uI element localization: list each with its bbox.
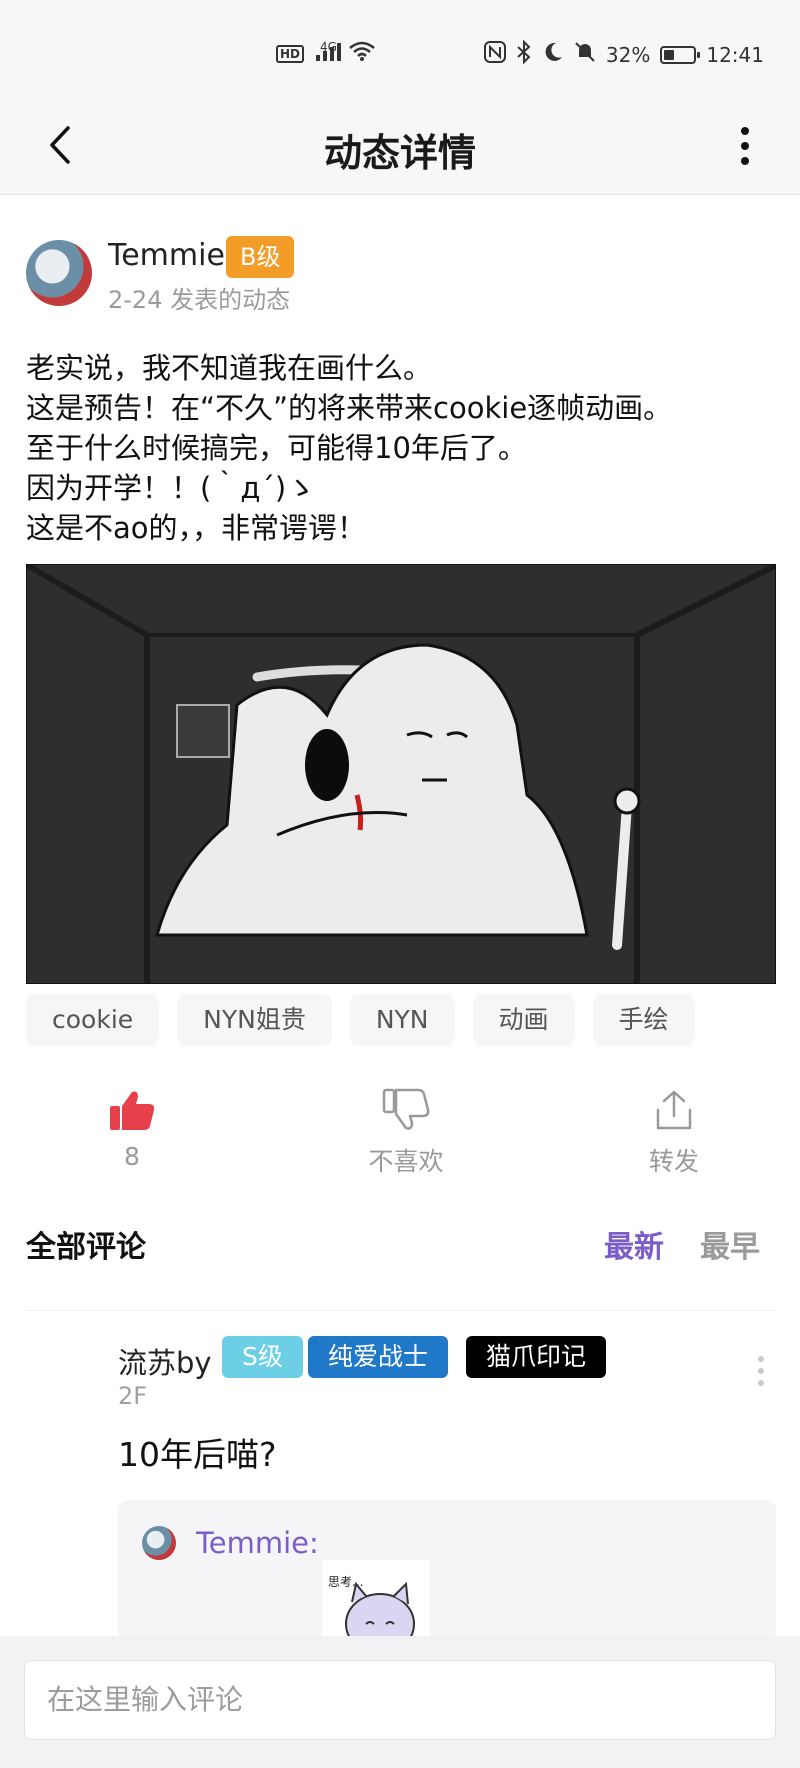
like-count: 8 xyxy=(124,1142,140,1171)
battery-percent: 32% xyxy=(605,42,651,67)
bluetooth-icon xyxy=(516,39,532,69)
nfc-icon xyxy=(483,41,506,68)
title-badge: 纯爱战士 xyxy=(308,1336,449,1378)
mute-icon xyxy=(574,41,596,68)
comment-text: 10年后喵? xyxy=(118,1435,277,1474)
signal-type: 4G xyxy=(320,39,337,54)
moon-icon xyxy=(542,41,564,68)
post-line: 这是预告！在“不久”的将来带来cookie逐帧动画。 xyxy=(26,391,673,425)
share-label: 转发 xyxy=(648,1147,699,1176)
more-vertical-icon xyxy=(758,1356,764,1362)
status-right: 32% 12:41 xyxy=(483,39,764,69)
post-line: 老实说，我不知道我在画什么。 xyxy=(26,351,433,385)
sort-earliest-tab[interactable]: 最早 xyxy=(700,1222,760,1266)
comments-title: 全部评论 xyxy=(26,1230,146,1265)
more-vertical-icon xyxy=(741,127,749,135)
author-level-badge: B级 xyxy=(226,236,295,278)
reply-box[interactable]: Temmie: 思考... xyxy=(118,1500,776,1640)
comment-floor: 2F xyxy=(118,1382,148,1410)
author-name[interactable]: Temmie xyxy=(108,238,225,273)
post-content: 老实说，我不知道我在画什么。 这是预告！在“不久”的将来带来cookie逐帧动画… xyxy=(26,348,776,548)
app-header: 动态详情 xyxy=(0,100,800,195)
dislike-button[interactable]: 不喜欢 xyxy=(336,1088,476,1178)
sort-newest-tab[interactable]: 最新 xyxy=(604,1222,664,1266)
share-icon xyxy=(656,1090,692,1130)
author-avatar[interactable] xyxy=(26,240,92,306)
clock: 12:41 xyxy=(706,42,764,67)
reply-avatar xyxy=(142,1526,176,1560)
tag-list: cookie NYN姐贵 NYN 动画 手绘 xyxy=(26,994,695,1046)
reply-author[interactable]: Temmie: xyxy=(196,1526,319,1560)
comment-input-bar: 在这里输入评论 xyxy=(0,1636,800,1768)
thumbs-up-icon xyxy=(110,1091,155,1130)
post-line: 至于什么时候搞完，可能得10年后了。 xyxy=(26,431,527,465)
like-button[interactable]: 8 xyxy=(62,1088,202,1171)
level-badge: S级 xyxy=(222,1336,303,1378)
comment-input[interactable]: 在这里输入评论 xyxy=(24,1660,776,1740)
tag-chip[interactable]: NYN xyxy=(349,994,455,1046)
tag-chip[interactable]: 动画 xyxy=(472,994,575,1046)
post-time: 2-24 发表的动态 xyxy=(108,286,291,314)
tag-chip[interactable]: 手绘 xyxy=(592,994,695,1046)
thumbs-down-icon xyxy=(382,1088,430,1130)
dislike-label: 不喜欢 xyxy=(368,1147,444,1176)
share-button[interactable]: 转发 xyxy=(604,1088,744,1178)
post-line: 因为开学！！(｀д´)ゝ xyxy=(26,471,316,505)
hd-icon: HD xyxy=(276,44,305,63)
more-options-button[interactable] xyxy=(730,118,760,174)
sticker-image: 思考... xyxy=(322,1560,430,1640)
status-bar: HD 4G 32% 12:41 xyxy=(0,0,800,100)
tag-chip[interactable]: NYN姐贵 xyxy=(177,994,332,1046)
comment-more-button[interactable] xyxy=(758,1356,764,1386)
post-line: 这是不ao的，，非常谔谔！ xyxy=(26,511,367,545)
commenter-name[interactable]: 流苏by xyxy=(118,1340,212,1382)
battery-icon xyxy=(660,45,701,64)
tag-chip[interactable]: cookie xyxy=(26,994,160,1046)
wifi-icon xyxy=(347,40,377,67)
page-title: 动态详情 xyxy=(323,131,476,175)
status-left: HD 4G xyxy=(276,40,377,67)
post-author: Temmie B级 2-24 发表的动态 xyxy=(26,234,766,314)
divider xyxy=(26,1310,776,1311)
title-badge: 猫爪印记 xyxy=(466,1336,607,1378)
post-image[interactable] xyxy=(26,564,776,984)
